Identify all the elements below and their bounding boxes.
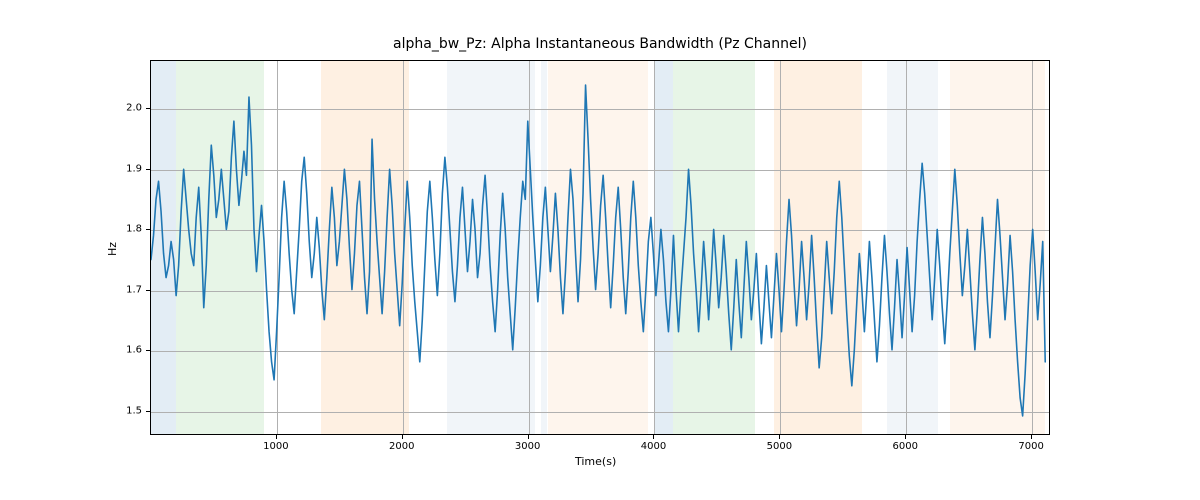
x-tick-mark [905, 435, 906, 439]
y-tick-mark [146, 350, 150, 351]
x-axis-label: Time(s) [575, 455, 616, 468]
y-axis-label: Hz [106, 242, 119, 256]
x-tick-label: 7000 [1018, 441, 1043, 452]
x-tick-label: 6000 [893, 441, 918, 452]
x-tick-mark [1031, 435, 1032, 439]
y-tick-mark [146, 290, 150, 291]
y-tick-label: 1.5 [102, 405, 142, 416]
y-tick-label: 2.0 [102, 103, 142, 114]
chart-title: alpha_bw_Pz: Alpha Instantaneous Bandwid… [0, 36, 1200, 52]
y-tick-label: 1.7 [102, 284, 142, 295]
x-tick-label: 1000 [263, 441, 288, 452]
y-tick-mark [146, 108, 150, 109]
x-tick-label: 3000 [515, 441, 540, 452]
line-series [151, 61, 1049, 434]
y-tick-label: 1.8 [102, 224, 142, 235]
x-tick-mark [779, 435, 780, 439]
plot-area [150, 60, 1050, 435]
x-tick-label: 4000 [641, 441, 666, 452]
x-tick-label: 2000 [389, 441, 414, 452]
figure: alpha_bw_Pz: Alpha Instantaneous Bandwid… [0, 0, 1200, 500]
x-tick-mark [653, 435, 654, 439]
y-tick-label: 1.6 [102, 345, 142, 356]
x-tick-mark [528, 435, 529, 439]
y-tick-mark [146, 169, 150, 170]
alpha-bw-line [151, 85, 1045, 416]
x-tick-mark [402, 435, 403, 439]
x-tick-label: 5000 [767, 441, 792, 452]
x-tick-mark [276, 435, 277, 439]
y-tick-label: 1.9 [102, 163, 142, 174]
y-tick-mark [146, 411, 150, 412]
y-tick-mark [146, 229, 150, 230]
